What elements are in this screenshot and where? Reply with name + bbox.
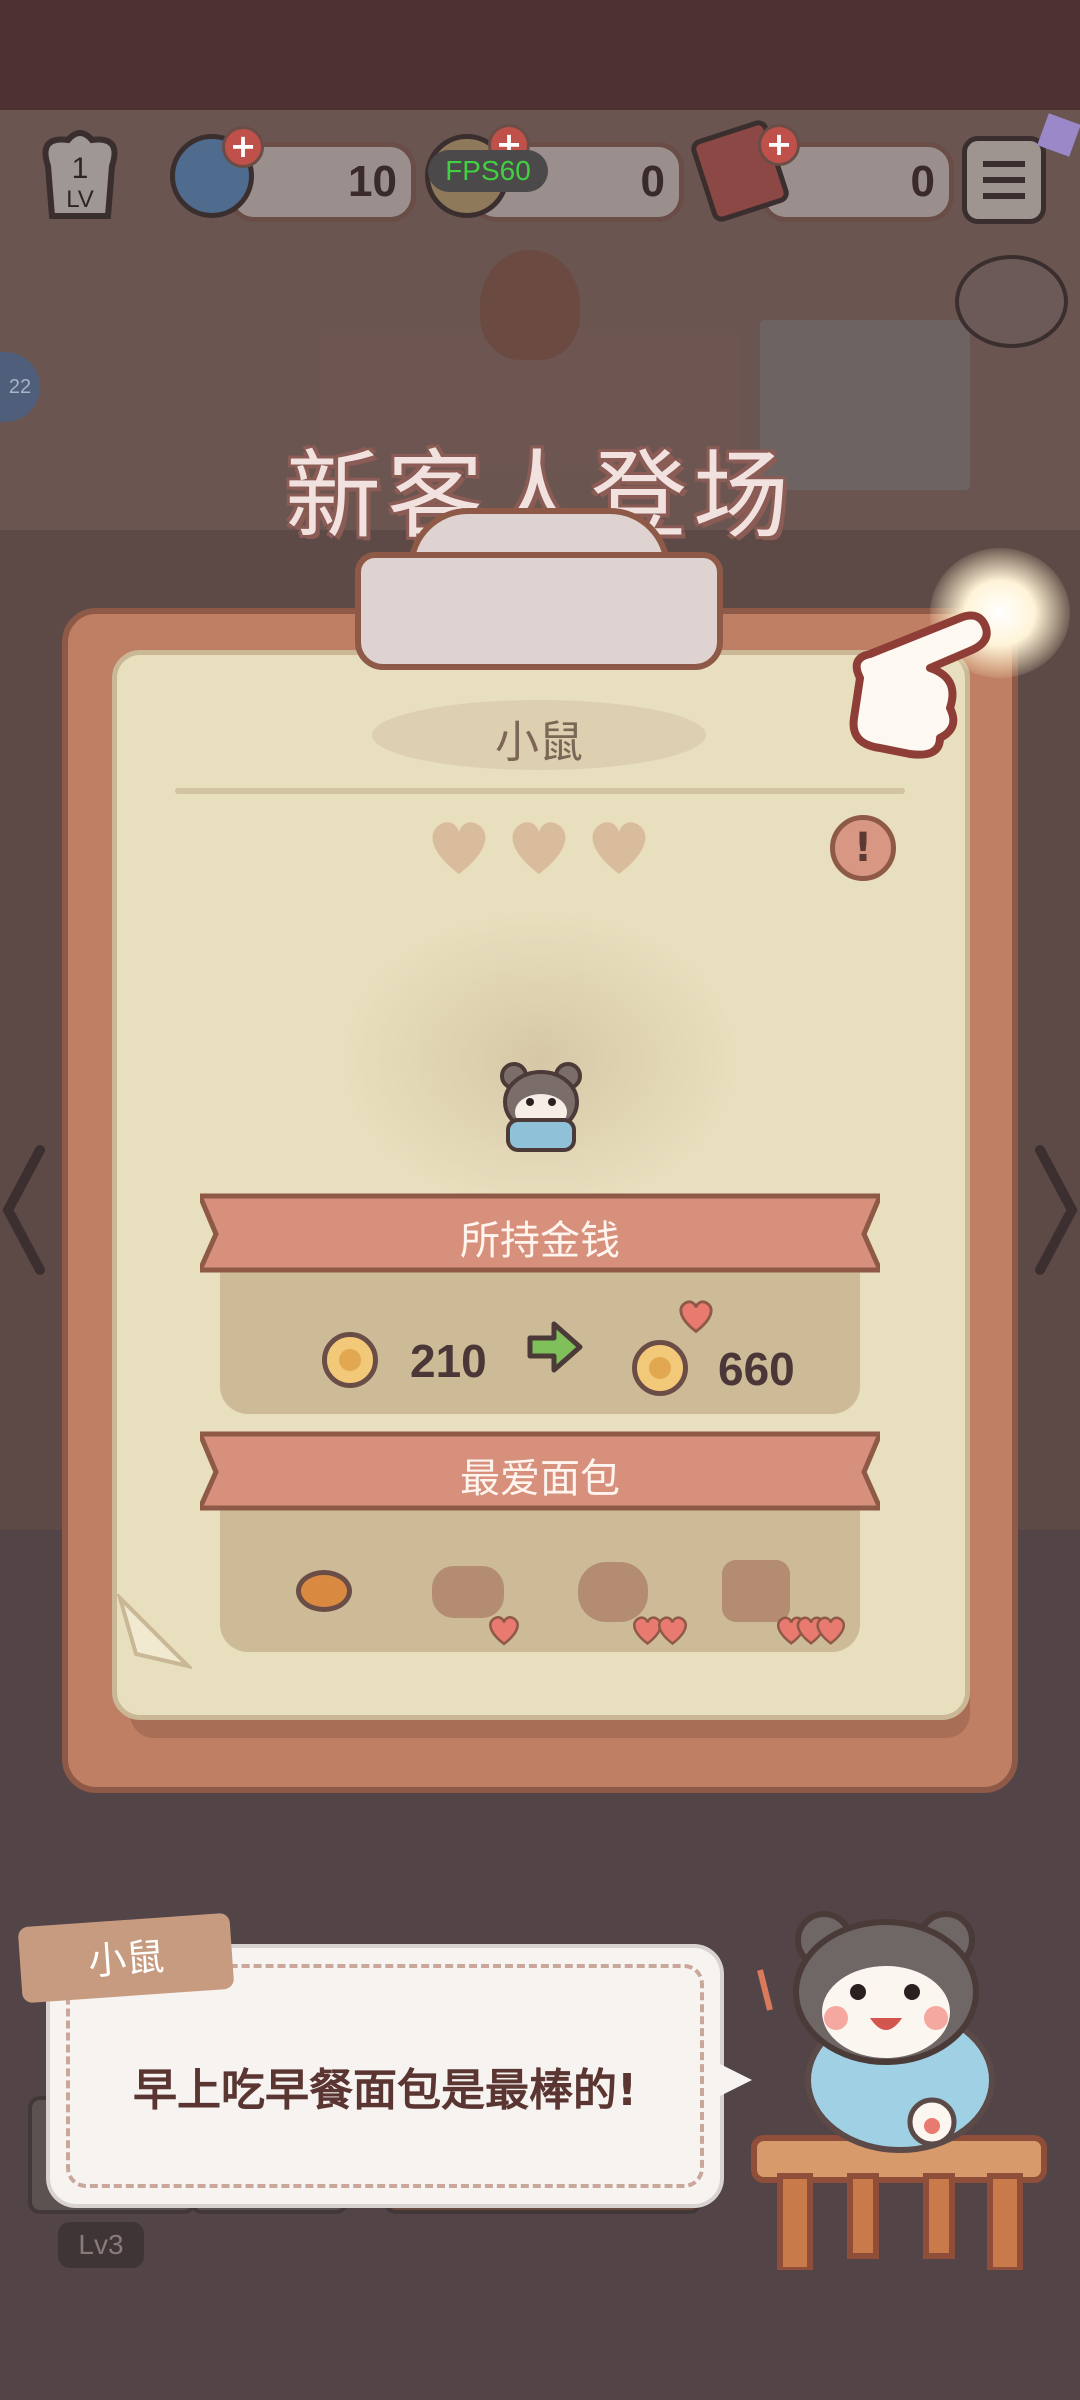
menu-list-icon[interactable] — [962, 136, 1046, 224]
page-curl — [115, 1591, 195, 1670]
money-banner: 所持金钱 — [196, 1192, 884, 1274]
money-from: 210 — [410, 1335, 487, 1387]
shop-wall — [0, 0, 1080, 110]
right-arrow-icon[interactable] — [1030, 1140, 1080, 1280]
bread-slot-2-locked[interactable] — [432, 1566, 504, 1618]
pointer-hand-icon — [840, 598, 1020, 768]
level-tag: LV — [66, 186, 94, 213]
piggy-bank-icon[interactable] — [955, 255, 1068, 348]
bread-slot-3-hearts-icon — [630, 1612, 690, 1648]
bread-slot-2-heart-icon — [486, 1612, 522, 1648]
affection-heart-2-icon — [504, 812, 574, 882]
customer-name: 小鼠 — [495, 717, 583, 768]
left-arrow-icon[interactable] — [0, 1140, 50, 1280]
divider — [175, 788, 905, 794]
dialog-text: 早上吃早餐面包是最棒的! — [132, 2065, 638, 2116]
bonus-heart-icon — [676, 1296, 716, 1336]
fps-counter: FPS60 — [428, 150, 548, 192]
hamster-character — [740, 1900, 1060, 2273]
hamster-portrait — [494, 1058, 588, 1158]
bread-banner: 最爱面包 — [196, 1430, 884, 1512]
level-number: 1 — [71, 152, 89, 185]
bread-section-label: 最爱面包 — [460, 1456, 620, 1502]
shopkeeper-silhouette — [480, 250, 580, 360]
add-gems-button[interactable]: + — [222, 126, 264, 168]
coins-count: 0 — [640, 157, 665, 206]
gems-count: 10 — [348, 157, 397, 206]
bread-slot-1-icon[interactable] — [296, 1570, 352, 1612]
level-label: Lv3 — [58, 2222, 144, 2268]
clipboard-clip — [355, 552, 723, 670]
add-tickets-button[interactable]: + — [758, 124, 800, 166]
affection-heart-1-icon — [424, 812, 494, 882]
tickets-count: 0 — [910, 157, 935, 206]
affection-heart-3-icon — [584, 812, 654, 882]
coin-from-icon — [322, 1332, 378, 1388]
bread-slot-4-hearts-icon — [774, 1612, 848, 1648]
info-button[interactable]: ! — [830, 815, 896, 881]
coin-to-icon — [632, 1340, 688, 1396]
level-badge[interactable]: 1 LV — [28, 126, 132, 230]
arrow-right-icon — [524, 1316, 586, 1378]
money-section-label: 所持金钱 — [460, 1218, 620, 1264]
money-to: 660 — [718, 1343, 795, 1395]
